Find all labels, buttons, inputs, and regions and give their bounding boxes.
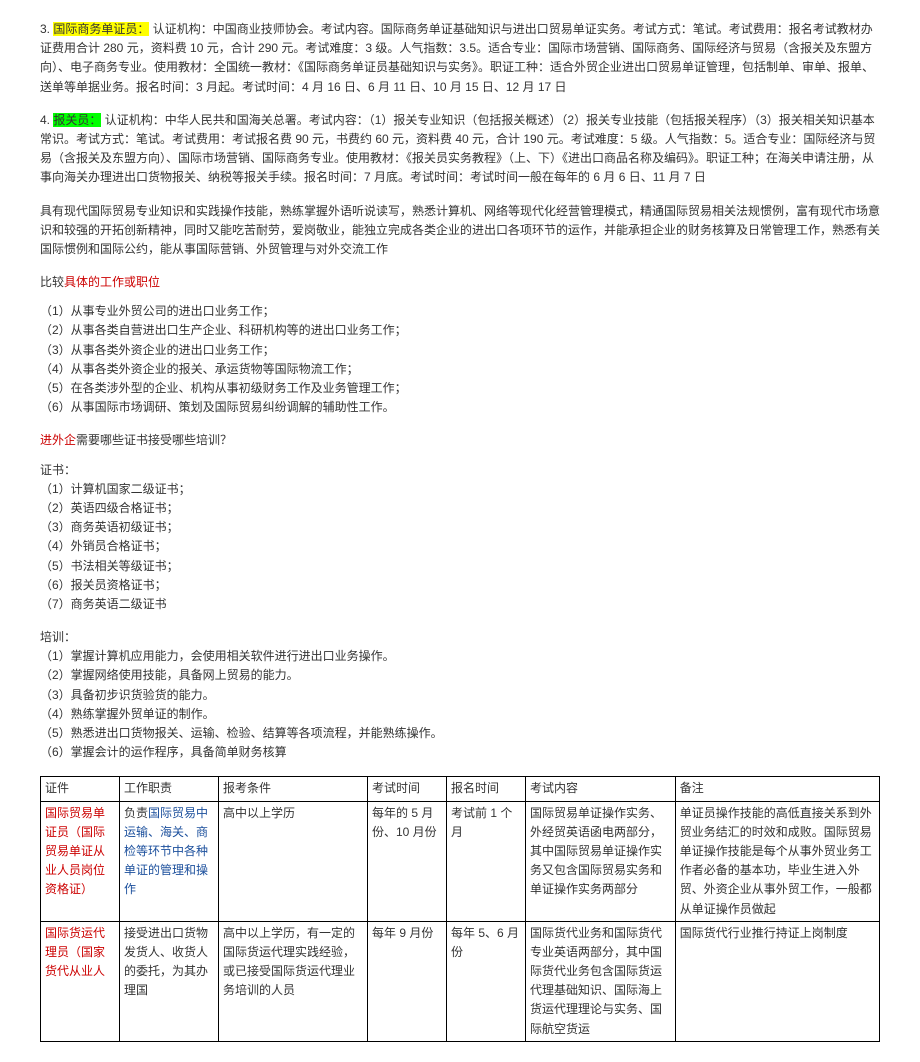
row1-remark: 国际货代行业推行持证上岗制度 [675,921,879,1041]
positions-list: （1）从事专业外贸公司的进出口业务工作； （2）从事各类自营进出口生产企业、科研… [40,302,880,417]
th-remark: 备注 [675,777,879,801]
certs-item: （1）计算机国家二级证书； [40,480,880,499]
positions-heading-red: 具体的工作或职位 [64,275,160,289]
th-exam-time: 考试时间 [368,777,447,801]
row0-cert: 国际贸易单证员（国际贸易单证从业人员岗位资格证） [45,806,105,897]
positions-item: （4）从事各类外资企业的报关、承运货物等国际物流工作； [40,360,880,379]
training-item: （1）掌握计算机应用能力，会使用相关软件进行进出口业务操作。 [40,647,880,666]
positions-section: 比较具体的工作或职位 （1）从事专业外贸公司的进出口业务工作； （2）从事各类自… [40,273,880,417]
certificates-section: 进外企需要哪些证书接受哪些培训？ 证书： （1）计算机国家二级证书； （2）英语… [40,431,880,614]
positions-heading-prefix: 比较 [40,275,64,289]
row0-exam-time: 每年的 5 月份、10 月份 [368,801,447,921]
table-header-row: 证件 工作职责 报考条件 考试时间 报名时间 考试内容 备注 [41,777,880,801]
certs-item: （4）外销员合格证书； [40,537,880,556]
row1-cert: 国际货运代理员（国家货代从业人 [45,926,105,978]
training-heading: 培训： [40,628,880,647]
positions-item: （5）在各类涉外型的企业、机构从事初级财务工作及业务管理工作； [40,379,880,398]
th-signup-time: 报名时间 [447,777,526,801]
section-3-num: 3. [40,22,50,36]
row1-exam-content: 国际货代业务和国际货代专业英语两部分，其中国际货代业务包含国际货运代理基础知识、… [526,921,676,1041]
section-4-num: 4. [40,113,50,127]
certs-heading-red: 进外企 [40,433,76,447]
row1-conditions: 高中以上学历，有一定的国际货运代理实践经验，或已接受国际货运代理业务培训的人员 [219,921,368,1041]
positions-item: （2）从事各类自营进出口生产企业、科研机构等的进出口业务工作； [40,321,880,340]
overview-paragraph: 具有现代国际贸易专业知识和实践操作技能，熟练掌握外语听说读写，熟悉计算机、网络等… [40,202,880,260]
certificates-table: 证件 工作职责 报考条件 考试时间 报名时间 考试内容 备注 国际贸易单证员（国… [40,776,880,1041]
th-cert: 证件 [41,777,120,801]
certs-item: （7）商务英语二级证书 [40,595,880,614]
row1-duty: 接受进出口货物发货人、收货人的委托，为其办理国 [120,921,219,1041]
training-item: （3）具备初步识货验货的能力。 [40,686,880,705]
row1-signup-time: 每年 5、6 月份 [447,921,526,1041]
table-row: 国际货运代理员（国家货代从业人 接受进出口货物发货人、收货人的委托，为其办理国 … [41,921,880,1041]
training-item: （4）熟练掌握外贸单证的制作。 [40,705,880,724]
positions-item: （6）从事国际市场调研、策划及国际贸易纠纷调解的辅助性工作。 [40,398,880,417]
table-row: 国际贸易单证员（国际贸易单证从业人员岗位资格证） 负责国际贸易中运输、海关、商检… [41,801,880,921]
row0-signup-time: 考试前 1 个月 [447,801,526,921]
row0-duty-prefix: 负责 [124,806,148,820]
section-4-body: 认证机构：中华人民共和国海关总署。考试内容：（1）报关专业知识（包括报关概述）（… [40,113,875,185]
training-list: （1）掌握计算机应用能力，会使用相关软件进行进出口业务操作。 （2）掌握网络使用… [40,647,880,762]
overview-text: 具有现代国际贸易专业知识和实践操作技能，熟练掌握外语听说读写，熟悉计算机、网络等… [40,202,880,260]
training-section: 培训： （1）掌握计算机应用能力，会使用相关软件进行进出口业务操作。 （2）掌握… [40,628,880,762]
certs-list: （1）计算机国家二级证书； （2）英语四级合格证书； （3）商务英语初级证书； … [40,480,880,614]
th-duty: 工作职责 [120,777,219,801]
section-4: 4. 报关员： 认证机构：中华人民共和国海关总署。考试内容：（1）报关专业知识（… [40,111,880,188]
training-item: （6）掌握会计的运作程序，具备简单财务核算 [40,743,880,762]
certs-item: （3）商务英语初级证书； [40,518,880,537]
certs-item: （6）报关员资格证书； [40,576,880,595]
certs-sub1: 证书： [40,461,880,480]
positions-item: （3）从事各类外资企业的进出口业务工作； [40,341,880,360]
row0-exam-content: 国际贸易单证操作实务、外经贸英语函电两部分，其中国际贸易单证操作实务又包含国际贸… [526,801,676,921]
section-3-title: 国际商务单证员： [53,22,149,36]
section-3-body: 认证机构：中国商业技师协会。考试内容。国际商务单证基础知识与进出口贸易单证实务。… [40,22,874,94]
th-exam-content: 考试内容 [526,777,676,801]
positions-item: （1）从事专业外贸公司的进出口业务工作； [40,302,880,321]
training-item: （5）熟悉进出口货物报关、运输、检验、结算等各项流程，并能熟练操作。 [40,724,880,743]
certs-item: （5）书法相关等级证书； [40,557,880,576]
section-4-title: 报关员： [53,113,101,127]
th-conditions: 报考条件 [219,777,368,801]
row0-conditions: 高中以上学历 [219,801,368,921]
row1-exam-time: 每年 9 月份 [368,921,447,1041]
training-item: （2）掌握网络使用技能，具备网上贸易的能力。 [40,666,880,685]
certs-heading-rest: 需要哪些证书接受哪些培训？ [76,433,232,447]
certs-item: （2）英语四级合格证书； [40,499,880,518]
row0-remark: 单证员操作技能的高低直接关系到外贸业务结汇的时效和成败。国际贸易单证操作技能是每… [675,801,879,921]
section-3: 3. 国际商务单证员： 认证机构：中国商业技师协会。考试内容。国际商务单证基础知… [40,20,880,97]
